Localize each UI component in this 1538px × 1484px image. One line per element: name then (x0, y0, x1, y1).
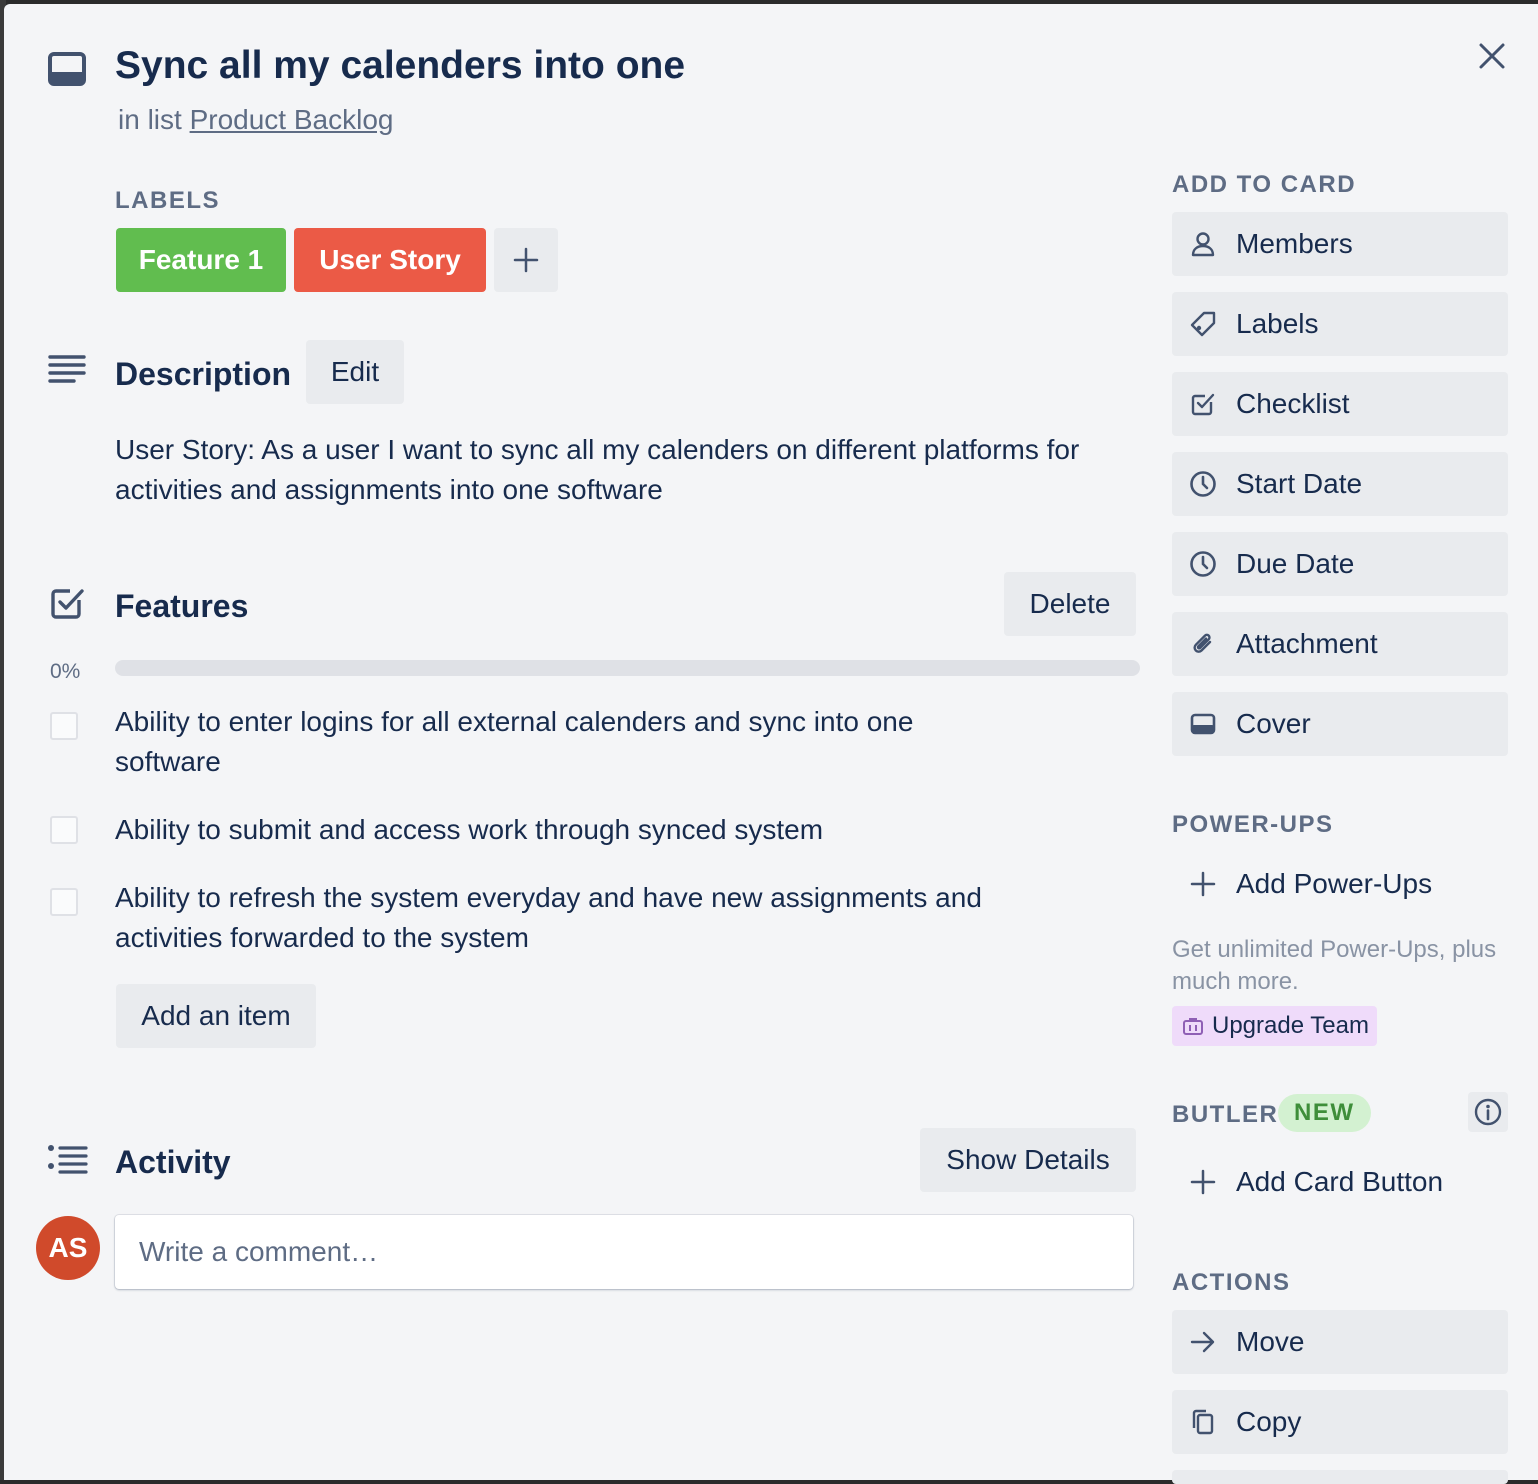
add-powerups-label: Add Power-Ups (1236, 868, 1433, 899)
card-list-info: in list Product Backlog (118, 104, 393, 136)
arrow-right-icon (1188, 1327, 1218, 1357)
due-date-label: Due Date (1236, 548, 1355, 579)
checklist-item-text[interactable]: Ability to submit and access work throug… (115, 810, 1075, 850)
paperclip-icon (1188, 629, 1218, 659)
add-to-card-heading: ADD TO CARD (1172, 171, 1357, 198)
attachment-label: Attachment (1236, 628, 1378, 659)
copy-button[interactable]: Copy (1172, 1390, 1508, 1454)
checklist-item-checkbox[interactable] (50, 712, 78, 740)
card-title[interactable]: Sync all my calenders into one (115, 44, 685, 88)
add-card-button-button[interactable]: Add Card Button (1172, 1150, 1508, 1214)
actions-heading: ACTIONS (1172, 1269, 1291, 1296)
plus-icon (513, 247, 539, 273)
powerups-heading: POWER-UPS (1172, 811, 1334, 838)
add-checklist-item-button[interactable]: Add an item (116, 984, 316, 1048)
checklist-button[interactable]: Checklist (1172, 372, 1508, 436)
clock-icon (1188, 549, 1218, 579)
edit-description-button[interactable]: Edit (306, 340, 404, 404)
label-chip-user-story[interactable]: User Story (294, 228, 486, 292)
labels-heading: LABELS (115, 187, 220, 214)
avatar[interactable]: AS (36, 1216, 100, 1280)
checklist-label: Checklist (1236, 388, 1350, 419)
activity-heading: Activity (115, 1144, 231, 1180)
butler-info-button[interactable] (1468, 1092, 1508, 1132)
add-powerups-button[interactable]: Add Power-Ups (1172, 852, 1508, 916)
start-date-label: Start Date (1236, 468, 1363, 499)
tag-icon (1188, 309, 1218, 339)
plus-icon (1188, 869, 1218, 899)
description-icon (48, 354, 86, 386)
plus-icon (1188, 1167, 1218, 1197)
checklist-progress-bar (115, 660, 1140, 676)
activity-icon (46, 1144, 88, 1176)
new-badge: NEW (1278, 1094, 1371, 1132)
checklist-icon (50, 586, 86, 620)
members-button[interactable]: Members (1172, 212, 1508, 276)
upgrade-team-button[interactable]: Upgrade Team (1172, 1006, 1377, 1046)
next-action-button-partial[interactable] (1172, 1470, 1508, 1484)
checklist-heading: Features (115, 588, 249, 624)
due-date-button[interactable]: Due Date (1172, 532, 1508, 596)
description-heading: Description (115, 356, 292, 392)
members-label: Members (1236, 228, 1353, 259)
close-button[interactable] (1470, 34, 1514, 78)
start-date-button[interactable]: Start Date (1172, 452, 1508, 516)
description-text[interactable]: User Story: As a user I want to sync all… (115, 430, 1135, 510)
comment-input[interactable]: Write a comment… (115, 1215, 1133, 1289)
checklist-item-checkbox[interactable] (50, 816, 78, 844)
show-details-button[interactable]: Show Details (920, 1128, 1136, 1192)
labels-label: Labels (1236, 308, 1319, 339)
move-button[interactable]: Move (1172, 1310, 1508, 1374)
copy-icon (1188, 1407, 1218, 1437)
upgrade-team-label: Upgrade Team (1212, 1012, 1369, 1039)
checklist-item-text[interactable]: Ability to refresh the system everyday a… (115, 878, 985, 958)
clock-icon (1188, 469, 1218, 499)
cover-label: Cover (1236, 708, 1311, 739)
checklist-progress-percent: 0% (50, 660, 81, 683)
attachment-button[interactable]: Attachment (1172, 612, 1508, 676)
cover-button[interactable]: Cover (1172, 692, 1508, 756)
checklist-item-checkbox[interactable] (50, 888, 78, 916)
list-prefix: in list (118, 104, 182, 135)
cover-icon (1188, 709, 1218, 739)
list-link[interactable]: Product Backlog (190, 104, 394, 135)
copy-label: Copy (1236, 1406, 1302, 1437)
label-chip-feature[interactable]: Feature 1 (116, 228, 286, 292)
move-label: Move (1236, 1326, 1305, 1357)
add-card-button-label: Add Card Button (1236, 1166, 1444, 1197)
person-icon (1188, 229, 1218, 259)
card-detail-modal: Sync all my calenders into one in list P… (4, 4, 1538, 1484)
delete-checklist-button[interactable]: Delete (1004, 572, 1136, 636)
powerups-promo-text: Get unlimited Power-Ups, plus much more. (1172, 936, 1497, 995)
info-icon (1474, 1098, 1502, 1126)
labels-button[interactable]: Labels (1172, 292, 1508, 356)
card-icon (48, 52, 86, 86)
add-label-button[interactable] (494, 228, 558, 292)
butler-heading: BUTLER (1172, 1101, 1279, 1128)
checklist-icon (1188, 389, 1218, 419)
close-icon (1478, 42, 1506, 70)
briefcase-icon (1182, 1016, 1204, 1036)
checklist-item-text[interactable]: Ability to enter logins for all external… (115, 702, 975, 782)
